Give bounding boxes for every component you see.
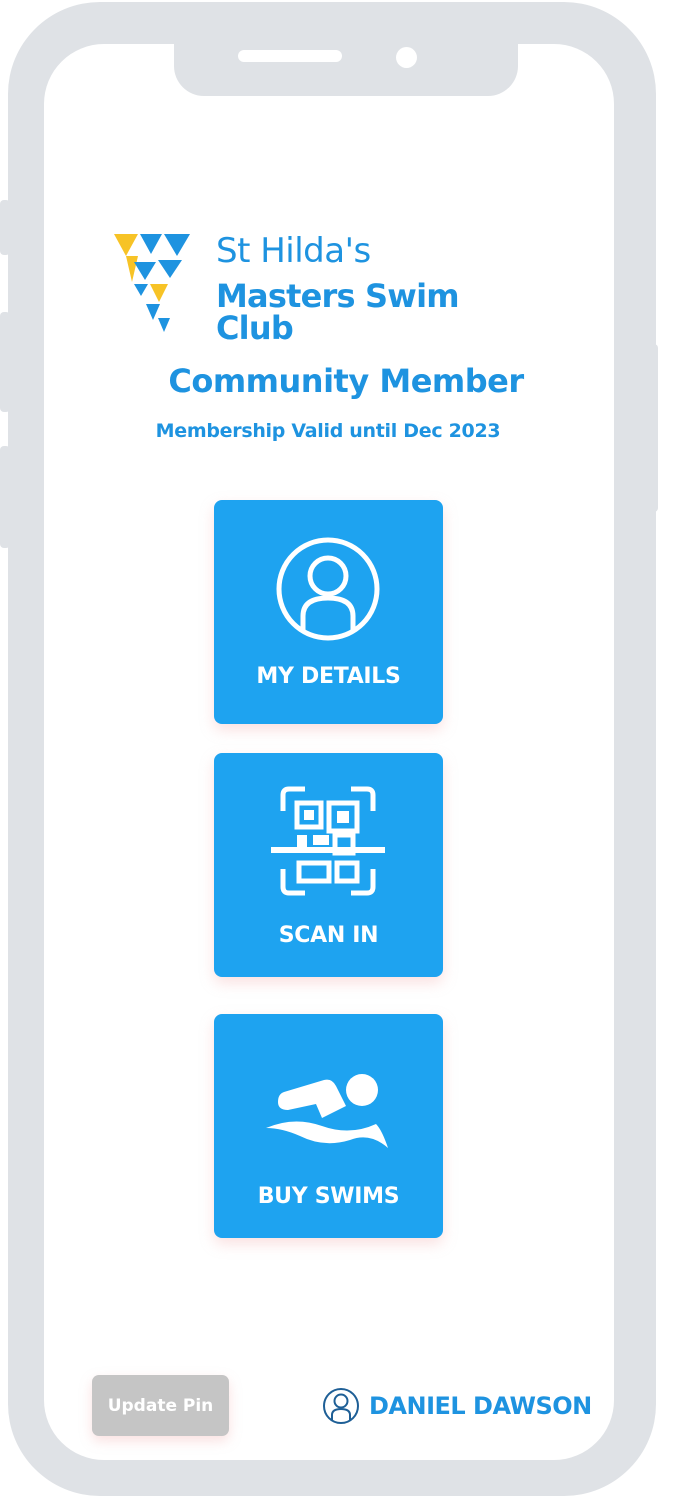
user-profile[interactable]: DANIEL DAWSON xyxy=(322,1384,592,1428)
triangles-logo-icon xyxy=(114,234,190,332)
phone-notch xyxy=(174,44,518,96)
buy-swims-label: BUY SWIMS xyxy=(257,1184,400,1209)
user-circle-icon xyxy=(276,537,380,641)
user-circle-icon xyxy=(323,1388,359,1424)
logo-line2: Masters Swim Club xyxy=(216,277,460,347)
scan-in-label: SCAN IN xyxy=(278,923,379,948)
qr-scan-icon xyxy=(271,786,385,896)
membership-validity: Membership Valid until Dec 2023 xyxy=(155,420,501,442)
user-name: DANIEL DAWSON xyxy=(369,1392,592,1420)
my-details-button[interactable]: MY DETAILS xyxy=(214,500,443,724)
logo-line1: St Hilda's xyxy=(216,231,371,271)
app-stage: St Hilda's Masters Swim Club Community M… xyxy=(0,0,692,1500)
membership-type: Community Member xyxy=(168,362,524,400)
phone-camera xyxy=(396,47,417,68)
swimmer-icon xyxy=(266,1074,388,1148)
phone-speaker xyxy=(238,50,342,62)
my-details-label: MY DETAILS xyxy=(256,664,401,689)
club-logo: St Hilda's Masters Swim Club xyxy=(112,232,522,344)
update-pin-button[interactable]: Update Pin xyxy=(92,1375,229,1436)
logo-wordmark: St Hilda's Masters Swim Club xyxy=(216,234,522,344)
scan-in-button[interactable]: SCAN IN xyxy=(214,753,443,977)
buy-swims-button[interactable]: BUY SWIMS xyxy=(214,1014,443,1238)
